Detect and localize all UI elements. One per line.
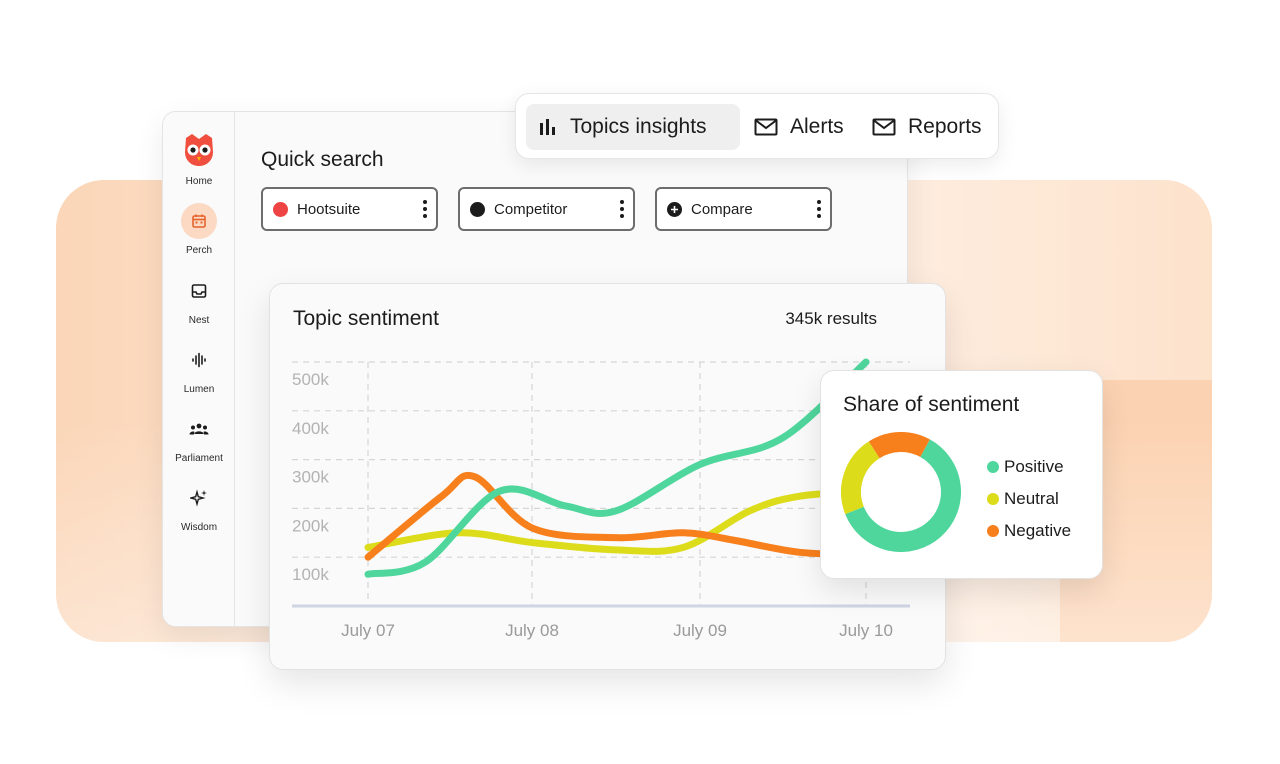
sidebar-item-home[interactable]: Home bbox=[163, 130, 235, 187]
x-tick-label: July 07 bbox=[341, 621, 395, 640]
tab-label: Topics insights bbox=[570, 115, 707, 138]
envelope-icon bbox=[754, 117, 790, 137]
sidebar-item-perch[interactable]: Perch bbox=[163, 203, 235, 256]
legend-item-negative: Negative bbox=[987, 515, 1071, 547]
sidebar-item-label: Perch bbox=[185, 245, 213, 256]
sidebar-item-parliament[interactable]: Parliament bbox=[163, 411, 235, 464]
y-tick-label: 500k bbox=[292, 370, 329, 389]
y-tick-label: 400k bbox=[292, 419, 329, 438]
legend-item-positive: Positive bbox=[987, 451, 1071, 483]
share-of-sentiment-title: Share of sentiment bbox=[843, 393, 1020, 416]
legend-dot-icon bbox=[987, 461, 999, 473]
inbox-icon bbox=[181, 273, 217, 309]
legend-label: Positive bbox=[1004, 457, 1064, 476]
series-line-positive bbox=[364, 358, 870, 578]
y-tick-label: 100k bbox=[292, 565, 329, 584]
sidebar-item-label: Lumen bbox=[183, 384, 215, 395]
share-of-sentiment-donut-chart bbox=[841, 432, 961, 552]
kebab-menu-icon[interactable] bbox=[620, 200, 624, 218]
legend-item-neutral: Neutral bbox=[987, 483, 1071, 515]
tab-reports[interactable]: Reports bbox=[860, 104, 994, 150]
x-tick-label: July 08 bbox=[505, 621, 559, 640]
sidebar-item-label: Nest bbox=[188, 315, 210, 326]
owl-logo-icon bbox=[180, 130, 218, 168]
quick-search-title: Quick search bbox=[261, 148, 384, 171]
waveform-icon bbox=[181, 342, 217, 378]
chip-label: Competitor bbox=[494, 200, 568, 218]
kebab-menu-icon[interactable] bbox=[817, 200, 821, 218]
legend-dot-icon bbox=[987, 525, 999, 537]
chip-label: Hootsuite bbox=[297, 200, 361, 218]
chip-hootsuite[interactable]: Hootsuite bbox=[261, 187, 438, 231]
sidebar-item-nest[interactable]: Nest bbox=[163, 273, 235, 326]
kebab-menu-icon[interactable] bbox=[423, 200, 427, 218]
envelope-icon bbox=[872, 117, 908, 137]
x-tick-label: July 10 bbox=[839, 621, 893, 640]
people-icon bbox=[181, 411, 217, 447]
x-tick-label: July 09 bbox=[673, 621, 727, 640]
black-dot-icon bbox=[470, 201, 485, 217]
legend-label: Neutral bbox=[1004, 489, 1059, 508]
legend-label: Negative bbox=[1004, 521, 1072, 540]
chip-label: Compare bbox=[691, 200, 753, 218]
tab-label: Alerts bbox=[790, 115, 844, 138]
legend-dot-icon bbox=[987, 493, 999, 505]
donut-slice-neutral bbox=[841, 441, 880, 515]
sidebar-item-label: Home bbox=[185, 176, 213, 187]
plus-circle-icon bbox=[667, 201, 682, 217]
chip-compare[interactable]: Compare bbox=[655, 187, 832, 231]
donut-slice-negative bbox=[868, 432, 930, 459]
red-dot-icon bbox=[273, 201, 288, 217]
sidebar-item-lumen[interactable]: Lumen bbox=[163, 342, 235, 395]
tab-alerts[interactable]: Alerts bbox=[742, 104, 856, 150]
tab-bar: Topics insights Alerts Reports bbox=[515, 93, 999, 159]
share-of-sentiment-card: Share of sentiment Positive Neutral Negati… bbox=[820, 370, 1103, 579]
legend: Positive Neutral Negative bbox=[987, 451, 1071, 547]
chip-competitor[interactable]: Competitor bbox=[458, 187, 635, 231]
sidebar-item-wisdom[interactable]: Wisdom bbox=[163, 480, 235, 533]
sidebar-item-label: Wisdom bbox=[180, 522, 218, 533]
bar-chart-icon bbox=[538, 117, 570, 137]
y-tick-label: 200k bbox=[292, 516, 329, 535]
sidebar: Home Perch Nest Lumen Parliament Wisdom bbox=[163, 112, 235, 626]
tab-topics-insights[interactable]: Topics insights bbox=[526, 104, 740, 150]
calendar-icon bbox=[181, 203, 217, 239]
y-tick-label: 300k bbox=[292, 468, 329, 487]
sparkle-icon bbox=[181, 480, 217, 516]
tab-label: Reports bbox=[908, 115, 982, 138]
sidebar-item-label: Parliament bbox=[175, 453, 223, 464]
